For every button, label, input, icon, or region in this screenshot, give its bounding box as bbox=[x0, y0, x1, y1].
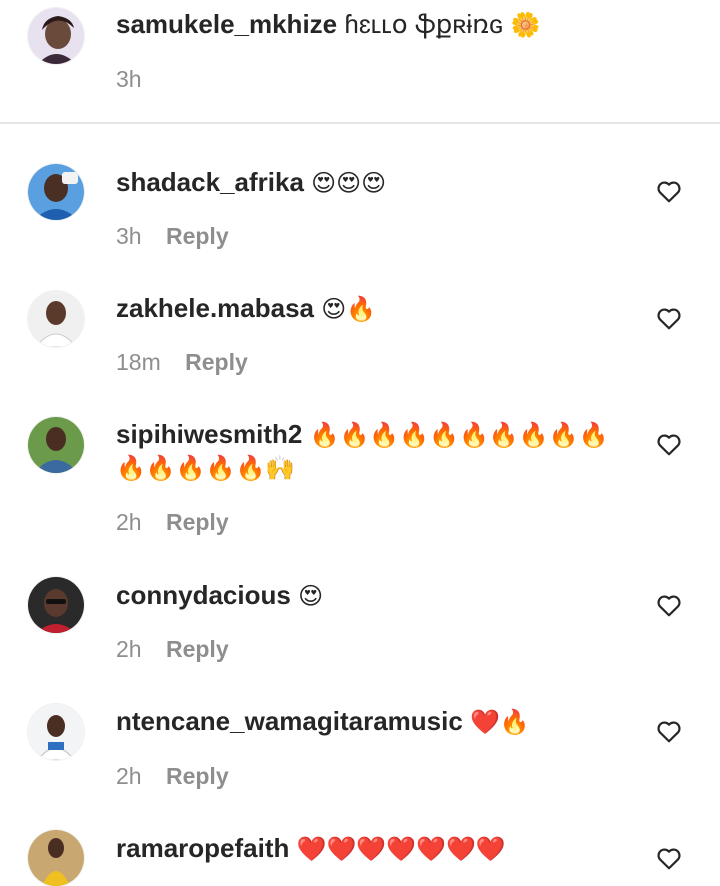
avatar[interactable] bbox=[28, 577, 84, 633]
like-heart-icon[interactable] bbox=[656, 719, 682, 743]
username[interactable]: sipihiwesmith2 bbox=[116, 419, 302, 449]
comment-line: ntencane_wamagitaramusic ❤️🔥 bbox=[116, 705, 624, 738]
like-heart-icon[interactable] bbox=[656, 179, 682, 203]
post-caption: samukele_mkhize ɦɛʟʟօ ֆքʀɨռɢ 🌼 3h bbox=[0, 0, 720, 123]
avatar[interactable] bbox=[28, 164, 84, 220]
caption-meta: 3h bbox=[116, 65, 142, 93]
username[interactable]: samukele_mkhize bbox=[116, 9, 337, 39]
timestamp: 2h bbox=[116, 509, 142, 535]
comment-text: 🔥🔥🔥🔥🔥🙌 bbox=[116, 454, 296, 482]
avatar[interactable] bbox=[28, 8, 84, 64]
comment-line: shadack_afrika 😍😍😍 bbox=[116, 166, 624, 199]
caption-text: ɦɛʟʟօ ֆքʀɨռɢ bbox=[344, 9, 504, 39]
avatar[interactable] bbox=[28, 417, 84, 473]
like-heart-icon[interactable] bbox=[656, 432, 682, 456]
comment-text: 😍🔥 bbox=[321, 295, 377, 323]
timestamp: 2h bbox=[116, 636, 142, 662]
comment-text: 🔥🔥🔥🔥🔥🔥🔥🔥🔥🔥 bbox=[309, 421, 609, 449]
like-heart-icon[interactable] bbox=[656, 306, 682, 330]
username[interactable]: zakhele.mabasa bbox=[116, 293, 314, 323]
divider bbox=[0, 122, 720, 124]
timestamp: 18m bbox=[116, 349, 161, 375]
comment-text: ❤️🔥 bbox=[470, 708, 530, 736]
comment-line: zakhele.mabasa 😍🔥 bbox=[116, 292, 624, 325]
caption-line: samukele_mkhize ɦɛʟʟօ ֆքʀɨռɢ 🌼 bbox=[116, 8, 624, 41]
comment-meta: 2h Reply bbox=[116, 508, 229, 536]
comment-line: connydacious 😍 bbox=[116, 579, 624, 612]
comment-line: sipihiwesmith2 🔥🔥🔥🔥🔥🔥🔥🔥🔥🔥 bbox=[116, 418, 624, 451]
reply-button[interactable]: Reply bbox=[166, 763, 229, 789]
avatar[interactable] bbox=[28, 830, 84, 886]
username[interactable]: ramaropefaith bbox=[116, 833, 289, 863]
username[interactable]: connydacious bbox=[116, 580, 291, 610]
reply-button[interactable]: Reply bbox=[166, 636, 229, 662]
like-heart-icon[interactable] bbox=[656, 593, 682, 617]
timestamp: 2h bbox=[116, 763, 142, 789]
timestamp: 3h bbox=[116, 66, 142, 92]
username[interactable]: shadack_afrika bbox=[116, 167, 304, 197]
reply-button[interactable]: Reply bbox=[166, 223, 229, 249]
reply-button[interactable]: Reply bbox=[166, 509, 229, 535]
like-heart-icon[interactable] bbox=[656, 846, 682, 870]
avatar[interactable] bbox=[28, 291, 84, 347]
avatar[interactable] bbox=[28, 704, 84, 760]
comment-text: ❤️❤️❤️❤️❤️❤️❤️ bbox=[296, 835, 506, 863]
comment-line: ramaropefaith ❤️❤️❤️❤️❤️❤️❤️ bbox=[116, 832, 624, 865]
comment-meta: 3h Reply bbox=[116, 222, 229, 250]
reply-button[interactable]: Reply bbox=[185, 349, 248, 375]
comment-meta: 2h Reply bbox=[116, 762, 229, 790]
comment-text-continued: 🔥🔥🔥🔥🔥🙌 bbox=[116, 452, 295, 485]
username[interactable]: ntencane_wamagitaramusic bbox=[116, 706, 463, 736]
comment-meta: 18m Reply bbox=[116, 348, 248, 376]
comment-meta: 2h Reply bbox=[116, 635, 229, 663]
comment-text: 😍😍😍 bbox=[311, 169, 387, 197]
flower-emoji: 🌼 bbox=[510, 11, 541, 39]
timestamp: 3h bbox=[116, 223, 142, 249]
comment-text: 😍 bbox=[298, 582, 324, 610]
